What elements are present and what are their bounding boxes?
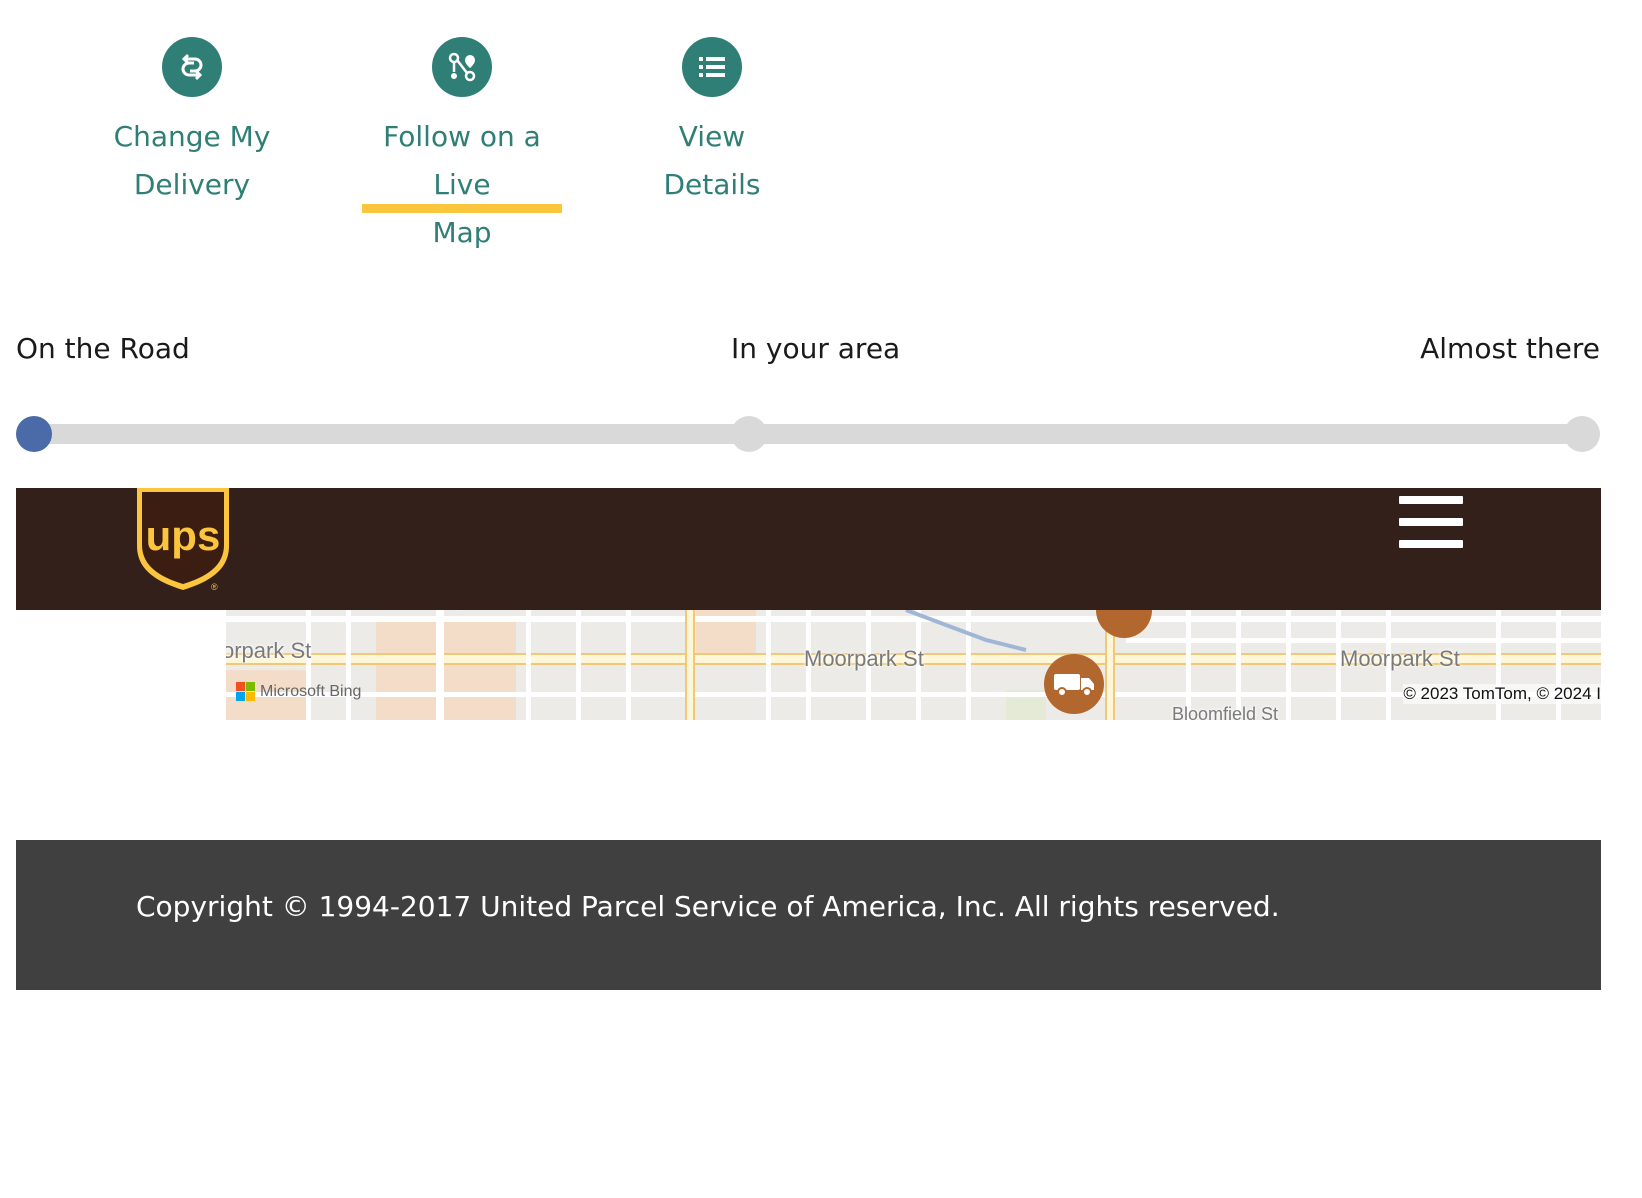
street-label-bloomfield: Bloomfield St [1172, 704, 1279, 720]
change-my-delivery-button[interactable]: Change My Delivery [112, 37, 272, 209]
progress-dot-on-the-road [16, 416, 52, 452]
svg-text:®: ® [211, 582, 218, 592]
change-my-delivery-label: Change My Delivery [113, 120, 271, 201]
stage-label-almost-there: Almost there [1420, 332, 1600, 365]
street-label-moorpark-west: orpark St [226, 638, 312, 663]
progress-track [24, 424, 1590, 444]
progress-dot-in-your-area [731, 416, 767, 452]
list-icon [682, 37, 742, 97]
hamburger-menu-icon[interactable] [1399, 492, 1463, 552]
view-details-button[interactable]: View Details [632, 37, 792, 209]
action-tabs: Change My Delivery Follow on a Live Map [0, 0, 900, 249]
microsoft-logo-icon [236, 682, 255, 701]
stage-label-in-your-area: In your area [731, 332, 901, 365]
street-label-moorpark-east: Moorpark St [1340, 646, 1460, 671]
map-copyright: © 2023 TomTom, © 2024 I [1403, 684, 1601, 704]
svg-text:ups: ups [146, 512, 221, 559]
ups-logo[interactable]: ups ® [135, 488, 231, 597]
page-footer: Copyright © 1994-2017 United Parcel Serv… [16, 840, 1601, 990]
view-details-label: View Details [663, 120, 761, 201]
follow-live-map-label: Follow on a Live Map [383, 120, 541, 249]
stage-label-on-the-road: On the Road [16, 332, 190, 365]
route-map-icon [432, 37, 492, 97]
delivery-truck-icon[interactable] [1044, 654, 1104, 714]
follow-live-map-button[interactable]: Follow on a Live Map [362, 37, 562, 257]
live-map[interactable]: orpark St Moorpark St Moorpark St Bloomf… [226, 610, 1601, 720]
footer-copyright: Copyright © 1994-2017 United Parcel Serv… [136, 890, 1280, 923]
change-delivery-icon [162, 37, 222, 97]
ups-header-bar: ups ® [16, 488, 1601, 610]
progress-dot-almost-there [1564, 416, 1600, 452]
selected-tab-underline [362, 204, 562, 213]
bing-attribution: Microsoft Bing [236, 682, 361, 702]
street-label-moorpark-center: Moorpark St [804, 646, 924, 671]
